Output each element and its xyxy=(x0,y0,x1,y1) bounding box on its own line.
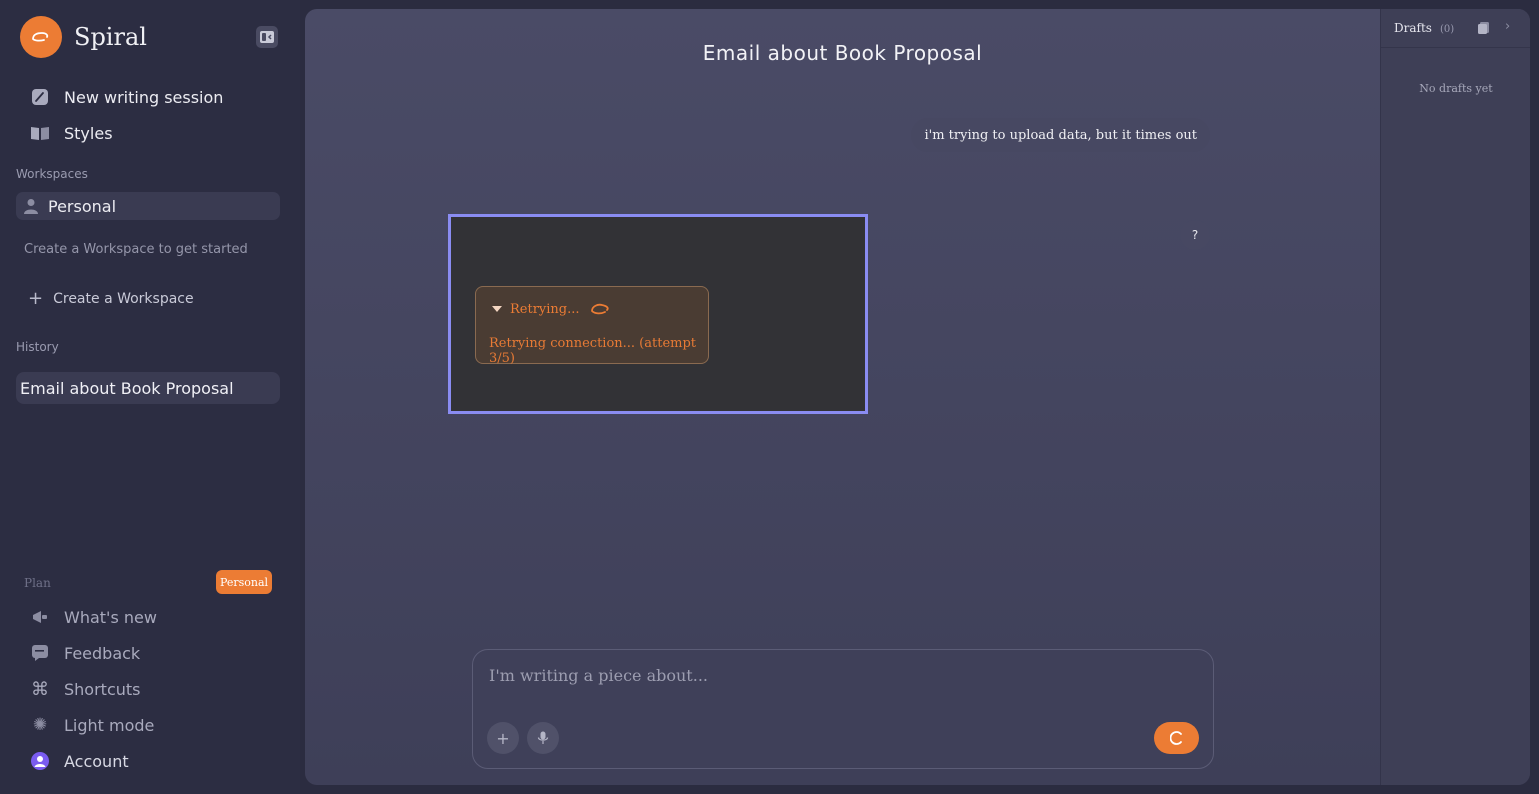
help-button[interactable]: ? xyxy=(1180,220,1210,250)
create-workspace-button[interactable]: + Create a Workspace xyxy=(28,288,194,309)
styles-button[interactable]: Styles xyxy=(30,119,113,147)
sidebar: Spiral New writing session Styles Worksp… xyxy=(0,0,300,794)
microphone-button[interactable] xyxy=(527,722,559,754)
attach-button[interactable]: + xyxy=(487,722,519,754)
account-button[interactable]: Account xyxy=(30,747,129,775)
history-item-label: Email about Book Proposal xyxy=(20,378,234,398)
drafts-count: (0) xyxy=(1439,24,1455,35)
workspace-personal-label: Personal xyxy=(48,196,117,216)
history-section-label: History xyxy=(16,340,59,354)
user-avatar-icon xyxy=(30,751,50,771)
book-open-icon xyxy=(30,123,50,143)
microphone-icon xyxy=(537,731,549,744)
user-message-text: i'm trying to upload data, but it times … xyxy=(924,127,1197,143)
create-workspace-label: Create a Workspace xyxy=(53,290,194,307)
light-mode-label: Light mode xyxy=(64,715,155,735)
whats-new-label: What's new xyxy=(64,607,157,627)
new-writing-session-button[interactable]: New writing session xyxy=(30,83,223,111)
sidebar-collapse-button[interactable] xyxy=(256,26,278,48)
brand[interactable]: Spiral xyxy=(20,16,147,58)
chat-bubble-icon xyxy=(30,643,50,663)
shortcuts-label: Shortcuts xyxy=(64,679,141,699)
spiral-loading-icon xyxy=(590,303,609,315)
plus-icon: + xyxy=(28,288,44,309)
retry-status-card[interactable]: Retrying... Retrying connection... (atte… xyxy=(475,286,709,366)
brand-name: Spiral xyxy=(74,23,147,51)
person-icon xyxy=(22,197,40,215)
sidebar-toggle-icon xyxy=(260,31,274,43)
megaphone-icon xyxy=(30,607,50,627)
drafts-empty-state: No drafts yet xyxy=(1419,82,1493,95)
chevron-right-icon[interactable]: › xyxy=(1505,19,1510,34)
plan-label: Plan xyxy=(24,576,51,590)
whats-new-button[interactable]: What's new xyxy=(30,603,157,631)
feedback-button[interactable]: Feedback xyxy=(30,639,140,667)
document-stack-icon[interactable] xyxy=(1477,21,1491,35)
workspace-hint: Create a Workspace to get started xyxy=(24,242,248,257)
history-item[interactable]: Email about Book Proposal xyxy=(16,372,280,404)
main-panel: Email about Book Proposal i'm trying to … xyxy=(305,9,1530,785)
retry-header[interactable]: Retrying... xyxy=(492,301,614,317)
new-writing-session-label: New writing session xyxy=(64,87,224,107)
drafts-title: Drafts xyxy=(1394,21,1432,35)
caret-down-icon xyxy=(492,306,502,312)
plan-badge[interactable]: Personal xyxy=(216,570,272,594)
shortcuts-button[interactable]: ⌘ Shortcuts xyxy=(30,675,140,703)
drafts-panel: Drafts (0) › No drafts yet xyxy=(1380,9,1530,785)
loading-spinner-icon xyxy=(1169,731,1182,745)
account-label: Account xyxy=(64,751,129,771)
user-message-bubble: i'm trying to upload data, but it times … xyxy=(911,118,1210,152)
pen-compose-icon xyxy=(30,87,50,107)
workspace-personal[interactable]: Personal xyxy=(16,192,280,220)
retry-header-label: Retrying... xyxy=(510,301,580,317)
page-title: Email about Book Proposal xyxy=(702,41,983,65)
workspaces-section-label: Workspaces xyxy=(16,167,88,181)
sun-icon: ✺ xyxy=(32,715,48,735)
feedback-label: Feedback xyxy=(64,643,141,663)
styles-label: Styles xyxy=(64,123,113,143)
drafts-divider xyxy=(1381,47,1530,48)
drafts-header: Drafts (0) xyxy=(1394,21,1454,35)
command-icon: ⌘ xyxy=(31,678,49,700)
plus-icon: + xyxy=(496,728,510,748)
composer: + xyxy=(472,649,1214,769)
send-button[interactable] xyxy=(1154,722,1199,754)
composer-input[interactable] xyxy=(489,666,1189,685)
focused-response-region: Retrying... Retrying connection... (atte… xyxy=(448,214,868,414)
retry-status-text: Retrying connection... (attempt 3/5) xyxy=(489,336,697,366)
light-mode-toggle[interactable]: ✺ Light mode xyxy=(30,711,155,739)
spiral-logo-icon xyxy=(20,16,62,58)
